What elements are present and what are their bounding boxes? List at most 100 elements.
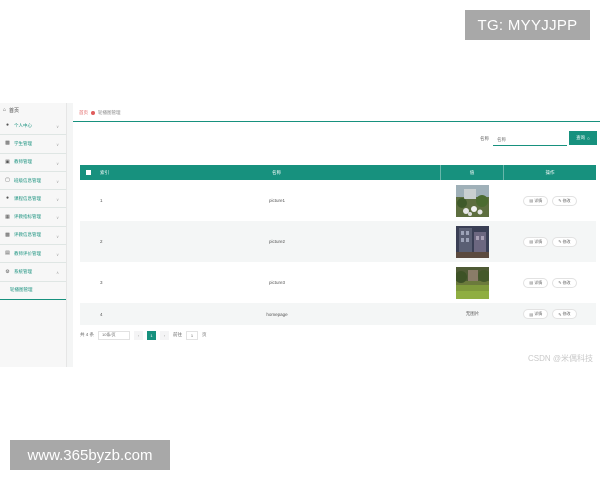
search-icon: ○ <box>587 135 590 141</box>
row-image <box>441 180 504 221</box>
edit-label: 修改 <box>562 238 571 244</box>
watermark-top: TG: MYYJJPP <box>465 10 590 40</box>
goto-label: 前往 <box>173 332 183 337</box>
edit-button[interactable]: ✎ 修改 <box>552 195 577 206</box>
header-index: 索引 <box>100 169 109 175</box>
view-label: 详情 <box>534 238 543 244</box>
sidebar-item-reviews[interactable]: ▤ 教师评价管理 ∨ <box>0 245 66 264</box>
sidebar-item-label: 个人中心 <box>14 122 32 128</box>
table-row: 3 picture3 ▤ 详情 ✎ 修改 <box>80 262 596 303</box>
row-checkbox[interactable] <box>80 262 97 303</box>
sidebar-item-label: 评教信息管理 <box>14 232 41 238</box>
sidebar-item-courses[interactable]: ● 课程信息管理 ∨ <box>0 190 66 209</box>
sidebar-subitem-carousel[interactable]: 轮播图管理 <box>0 282 66 300</box>
view-button[interactable]: ▤ 详情 <box>523 277 549 288</box>
sidebar-item-label: 班级信息管理 <box>14 177 41 183</box>
search-input[interactable] <box>493 134 567 146</box>
view-button[interactable]: ▤ 详情 <box>523 195 549 206</box>
checkbox-icon[interactable] <box>86 170 91 175</box>
sidebar-subitem-label: 轮播图管理 <box>10 287 33 293</box>
breadcrumb-dot-icon <box>91 111 95 115</box>
page-unit-label: 页 <box>202 332 207 337</box>
table-row: 4 homepage 无图片 ▤ 详情 ✎ 修改 <box>80 303 596 325</box>
breadcrumb-home[interactable]: 首页 <box>79 110 88 116</box>
table-header: 索引 名称 值 操作 <box>80 165 596 180</box>
sidebar-item-classes[interactable]: ▢ 班级信息管理 ∨ <box>0 172 66 191</box>
row-operations: ▤ 详情 ✎ 修改 <box>504 262 596 303</box>
next-page-button[interactable]: › <box>160 330 170 340</box>
edit-icon: ✎ <box>558 280 562 285</box>
row-checkbox[interactable] <box>80 303 97 325</box>
sidebar-item-evaluations[interactable]: ▩ 评教信息管理 ∨ <box>0 227 66 246</box>
view-button[interactable]: ▤ 详情 <box>523 309 549 319</box>
class-icon: ▢ <box>5 177 10 184</box>
row-image <box>441 262 504 303</box>
watermark-bottom: www.365byzb.com <box>10 440 170 470</box>
edit-icon: ✎ <box>558 198 562 203</box>
edit-icon: ✎ <box>558 239 562 244</box>
chevron-down-icon: ∨ <box>56 124 59 129</box>
sidebar: ⌂ 首页 ● 个人中心 ∨ ▩ 学生管理 ∨ ▣ 教师管理 ∨ ▢ 班级信息管理 ∨ ● 课程信息… <box>0 103 67 367</box>
row-index: 1 <box>100 198 103 203</box>
edit-icon: ✎ <box>558 311 562 317</box>
row-image <box>441 221 504 262</box>
view-label: 详情 <box>534 279 543 285</box>
header-name: 名称 <box>113 165 441 180</box>
prev-page-button[interactable]: ‹ <box>134 330 144 340</box>
view-icon: ▤ <box>529 239 534 244</box>
sidebar-home[interactable]: ⌂ 首页 <box>0 103 66 117</box>
search-button[interactable]: 查询 ○ <box>569 131 597 145</box>
sidebar-item-students[interactable]: ▩ 学生管理 ∨ <box>0 135 66 154</box>
row-image-text: 无图片 <box>465 311 480 316</box>
edit-button[interactable]: ✎ 修改 <box>552 277 577 288</box>
table-row: 2 picture2 ▤ 详情 ✎ 修改 <box>80 221 596 262</box>
row-checkbox[interactable] <box>80 180 97 221</box>
edit-button[interactable]: ✎ 修改 <box>552 309 577 319</box>
goto-page-input[interactable]: 1 <box>186 330 199 340</box>
teacher-icon: ▣ <box>5 158 10 165</box>
chevron-down-icon: ∨ <box>56 160 59 166</box>
building-thumbnail <box>456 225 489 258</box>
pagination: 共 4 条 10条/页 ‹ 1 › 前往 1 页 <box>80 329 207 341</box>
index-icon: ▦ <box>5 213 10 220</box>
sidebar-home-label: 首页 <box>9 107 20 114</box>
row-operations: ▤ 详情 ✎ 修改 <box>504 180 596 221</box>
row-checkbox[interactable] <box>80 221 97 262</box>
sidebar-item-label: 课程信息管理 <box>14 195 41 201</box>
row-index: 2 <box>100 239 103 244</box>
review-icon: ▤ <box>5 250 10 257</box>
sidebar-item-profile[interactable]: ● 个人中心 ∨ <box>0 117 66 136</box>
sidebar-item-indicators[interactable]: ▦ 评教指标管理 ∨ <box>0 208 66 227</box>
table-row: 1 picture1 ▤ 详情 ✎ 修改 <box>80 180 596 221</box>
pagination-total: 共 4 条 <box>80 332 95 337</box>
garden-thumbnail <box>456 184 489 217</box>
row-name: picture1 <box>268 198 285 203</box>
sidebar-item-label: 评教指标管理 <box>14 214 41 220</box>
edit-label: 修改 <box>562 279 571 285</box>
header-operation: 操作 <box>545 169 555 175</box>
main-content: 首页 轮播图管理 名称 查询 ○ 索引 名称 值 操作 <box>73 103 600 367</box>
chevron-down-icon: ∨ <box>56 142 59 148</box>
breadcrumb-divider <box>73 121 600 122</box>
edit-button[interactable]: ✎ 修改 <box>552 236 577 247</box>
search-button-label: 查询 <box>576 135 586 140</box>
chevron-down-icon: ∨ <box>56 233 59 239</box>
data-table: 索引 名称 值 操作 1 picture1 ▤ 详情 ✎ 修改 2 pictur… <box>80 165 596 325</box>
user-icon: ● <box>5 122 10 129</box>
sidebar-item-label: 系统管理 <box>14 269 32 275</box>
view-label: 详情 <box>534 197 543 203</box>
chevron-down-icon: ∨ <box>56 252 59 258</box>
evaluation-icon: ▩ <box>5 231 10 238</box>
admin-app: ⌂ 首页 ● 个人中心 ∨ ▩ 学生管理 ∨ ▣ 教师管理 ∨ ▢ 班级信息管理 ∨ ● 课程信息… <box>0 103 600 367</box>
view-button[interactable]: ▤ 详情 <box>523 236 549 247</box>
page-number-button[interactable]: 1 <box>147 330 157 340</box>
sidebar-item-label: 学生管理 <box>14 140 32 146</box>
users-icon: ▩ <box>5 140 10 147</box>
sidebar-item-system[interactable]: ⚙ 系统管理 ∧ <box>0 263 66 282</box>
sidebar-item-teachers[interactable]: ▣ 教师管理 ∨ <box>0 154 66 172</box>
screenshot-stage: ⌂ 首页 ● 个人中心 ∨ ▩ 学生管理 ∨ ▣ 教师管理 ∨ ▢ 班级信息管理 ∨ ● 课程信息… <box>0 0 600 480</box>
row-name: picture2 <box>268 239 285 244</box>
page-size-select[interactable]: 10条/页 <box>98 330 131 340</box>
breadcrumb: 首页 轮播图管理 <box>79 110 121 116</box>
header-select-all[interactable] <box>80 165 97 180</box>
